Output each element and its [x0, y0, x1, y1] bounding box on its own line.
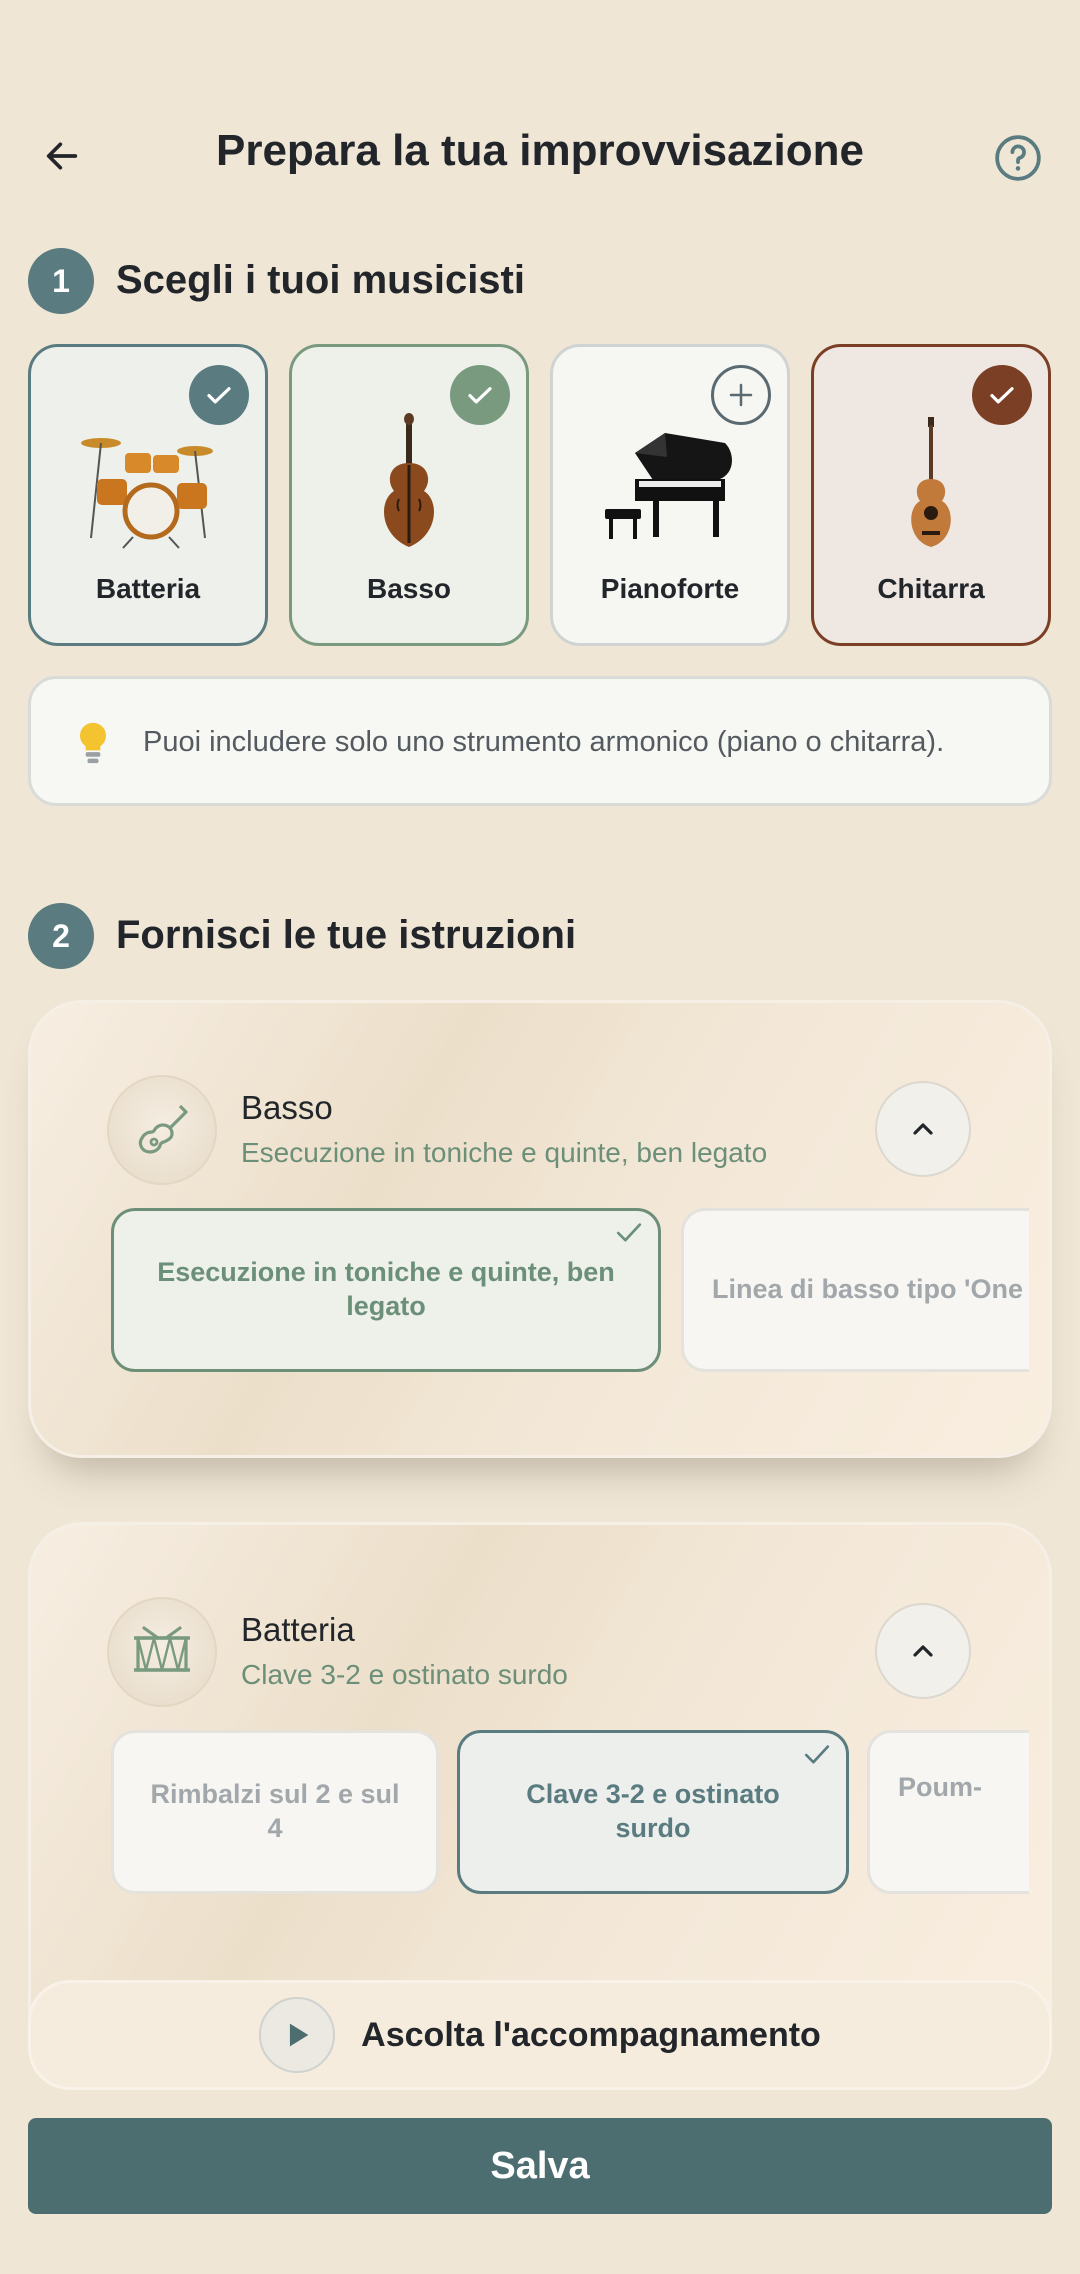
- panel-subtitle: Esecuzione in toniche e quinte, ben lega…: [241, 1137, 768, 1168]
- info-text: Puoi includere solo uno strumento armoni…: [143, 726, 945, 758]
- listen-accompaniment-button[interactable]: Ascolta l'accompagnamento: [28, 1980, 1052, 2090]
- help-circle-icon: [995, 135, 1041, 181]
- option-card[interactable]: Poum-: [867, 1730, 1029, 1894]
- step-badge-2: 2: [28, 903, 94, 969]
- chevron-up-icon: [913, 1645, 933, 1657]
- options-carousel[interactable]: Rimbalzi sul 2 e sul 4 Clave 3-2 e ostin…: [111, 1730, 1029, 1898]
- option-label: Linea di basso tipo 'One: [712, 1274, 1023, 1305]
- panel-title: Batteria: [241, 1611, 355, 1648]
- panel-title: Basso: [241, 1089, 333, 1126]
- page-title: Prepara la tua improvvisazione: [215, 126, 865, 175]
- guitar-icon: [911, 417, 951, 547]
- option-card[interactable]: Linea di basso tipo 'One: [681, 1208, 1029, 1372]
- drum-kit-icon: [81, 438, 213, 549]
- check-icon: [616, 1223, 642, 1242]
- instrument-label: Basso: [366, 573, 452, 604]
- instrument-card-chitarra[interactable]: Chitarra: [811, 344, 1051, 646]
- collapse-button[interactable]: [875, 1081, 971, 1177]
- chevron-up-icon: [913, 1123, 933, 1135]
- instruction-panel-batteria: Batteria Clave 3-2 e ostinato surdo Rimb…: [28, 1522, 1052, 2042]
- grand-piano-icon: [605, 433, 732, 539]
- options-carousel[interactable]: Esecuzione in toniche e quinte, ben lega…: [111, 1208, 1029, 1376]
- step-badge-1: 1: [28, 248, 94, 314]
- collapse-button[interactable]: [875, 1603, 971, 1699]
- instrument-card-basso[interactable]: Basso: [289, 344, 529, 646]
- instruction-panel-basso: Basso Esecuzione in toniche e quinte, be…: [28, 1000, 1052, 1458]
- option-label: Clave 3-2 e ostinato surdo: [526, 1779, 780, 1843]
- instrument-card-pianoforte[interactable]: Pianoforte: [550, 344, 790, 646]
- instrument-card-batteria[interactable]: Batteria: [28, 344, 268, 646]
- option-label: Poum-: [898, 1772, 982, 1802]
- option-label: Esecuzione in toniche e quinte, ben lega…: [157, 1257, 615, 1321]
- save-button[interactable]: Salva: [28, 2118, 1052, 2214]
- panel-subtitle: Clave 3-2 e ostinato surdo: [241, 1659, 568, 1690]
- section-title-musicians: Scegli i tuoi musicisti: [116, 258, 525, 302]
- help-button[interactable]: [990, 130, 1046, 186]
- play-icon: [259, 1997, 336, 2073]
- info-box: Puoi includere solo uno strumento armoni…: [28, 676, 1052, 806]
- check-icon: [804, 1745, 830, 1764]
- option-card[interactable]: Rimbalzi sul 2 e sul 4: [111, 1730, 439, 1894]
- instrument-label: Batteria: [95, 573, 201, 604]
- option-card[interactable]: Clave 3-2 e ostinato surdo: [457, 1730, 849, 1894]
- lightbulb-icon: [80, 722, 106, 764]
- double-bass-icon: [384, 413, 434, 547]
- option-label: Rimbalzi sul 2 e sul 4: [150, 1779, 400, 1843]
- section-title-instructions: Fornisci le tue istruzioni: [116, 913, 577, 957]
- drum-icon: [107, 1597, 217, 1707]
- listen-label: Ascolta l'accompagnamento: [361, 2015, 821, 2054]
- instrument-label: Pianoforte: [600, 573, 740, 604]
- option-card[interactable]: Esecuzione in toniche e quinte, ben lega…: [111, 1208, 661, 1372]
- instrument-label: Chitarra: [877, 573, 985, 604]
- bass-guitar-icon: [107, 1075, 217, 1185]
